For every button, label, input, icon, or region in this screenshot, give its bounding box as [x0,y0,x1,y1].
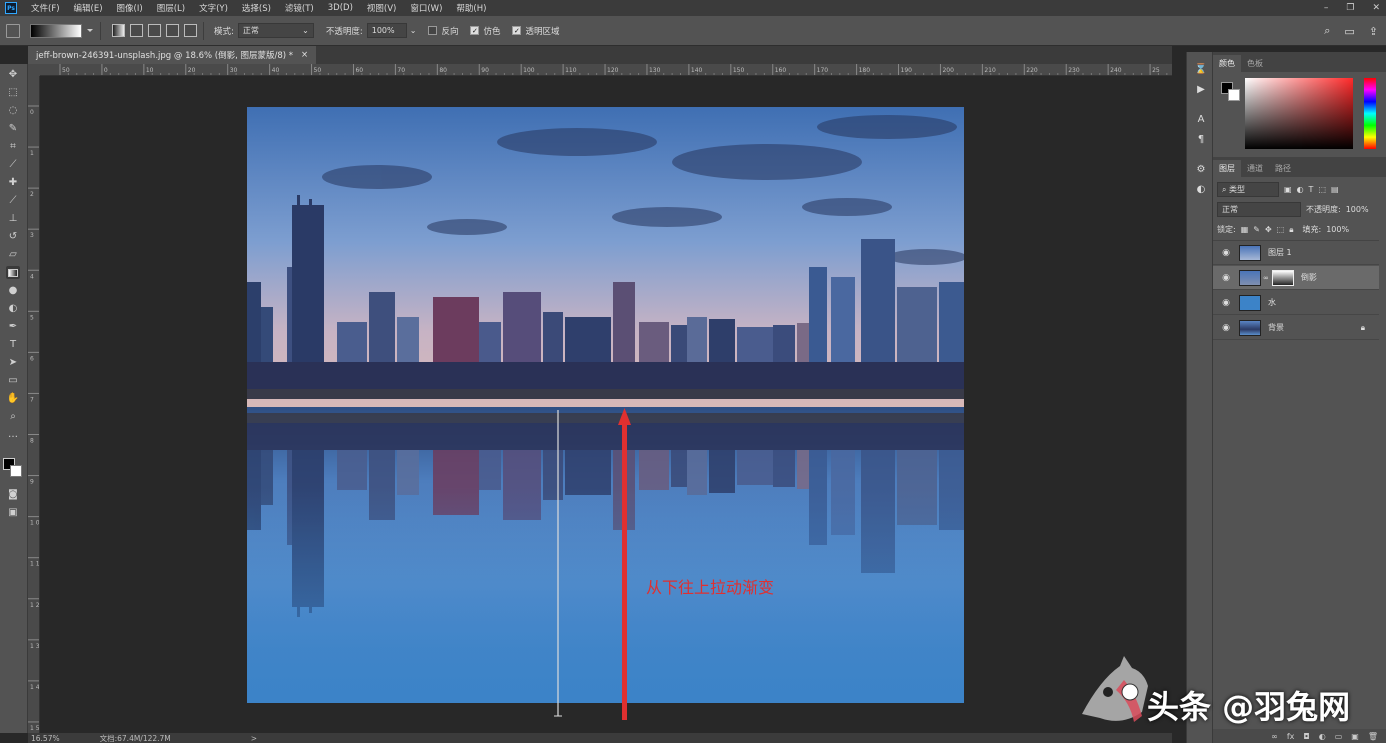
layers-panel-tabs: 图层 通道 路径 [1213,157,1386,177]
layer-row[interactable]: ◉ 图层 1 [1213,241,1379,265]
drag-direction-arrow [618,408,631,720]
layer-opacity-value[interactable]: 100% [1346,205,1369,214]
background-color[interactable] [1228,89,1240,101]
layer-filter-row: ⌕ 类型 ▣ ◐ T ⬚ ▤ [1217,182,1379,197]
actions-icon[interactable]: ▶ [1194,82,1208,96]
layer-opacity-label: 不透明度: [1306,205,1341,214]
tab-color[interactable]: 颜色 [1213,55,1241,72]
fill-value[interactable]: 100% [1326,225,1349,234]
paragraph-icon[interactable]: ¶ [1194,132,1208,146]
lock-row: 锁定: ▦ ✎ ✥ ⬚ 🔒︎ 填充: 100% [1217,222,1379,237]
lock-icon: 🔒︎ [1360,322,1365,332]
layer-thumbnail [1239,269,1261,286]
fill-label: 填充: [1302,225,1322,234]
lock-label: 锁定: [1217,225,1236,234]
status-menu-arrow[interactable]: > [251,734,257,743]
layers-list: ◉ 图层 1 ◉ ∞ 倒影 ◉ 水 ◉ 背景 🔒︎ [1213,240,1379,340]
layer-filter-select[interactable]: ⌕ 类型 [1217,182,1279,197]
blend-mode-select[interactable]: 正常 [1217,202,1301,217]
zoom-level[interactable]: 16.57% [31,734,60,743]
layer-mask-thumbnail[interactable] [1271,269,1294,286]
tab-paths[interactable]: 路径 [1269,160,1297,177]
filter-kind-value: 类型 [1229,185,1246,194]
panel-icon-strip: ⌛ ▶ A ¶ ⚙ ◐ [1186,52,1213,743]
color-panel-tabs: 颜色 色板 [1213,52,1386,72]
add-mask-icon[interactable]: ◘ [1303,732,1309,741]
layer-thumbnail [1239,244,1261,261]
layer-name: 背景 [1268,323,1284,332]
eye-icon[interactable]: ◉ [1219,248,1233,258]
tab-swatches[interactable]: 色板 [1241,55,1269,72]
search-icon: ⌕ [1222,184,1227,194]
layer-row[interactable]: ◉ 背景 🔒︎ [1213,316,1379,340]
filter-adjust-icon[interactable]: ◐ [1297,185,1304,194]
annotation-text: 从下往上拉动渐变 [646,578,775,597]
new-layer-icon[interactable]: ▣ [1351,732,1359,741]
blend-mode-value: 正常 [1222,205,1238,214]
eye-icon[interactable]: ◉ [1219,323,1233,333]
right-panels: 颜色 色板 图层 通道 路径 ⌕ 类型 ▣ ◐ T ⬚ ▤ 正常 不透明度: 1… [1213,52,1386,743]
link-layers-icon[interactable]: ∞ [1271,732,1278,741]
layer-row[interactable]: ◉ ∞ 倒影 [1213,266,1379,290]
layer-style-icon[interactable]: fx [1287,732,1295,741]
status-bar: 16.57% 文档:67.4M/122.7M > [28,733,1172,743]
new-group-icon[interactable]: ▭ [1335,732,1343,741]
lock-all-icon[interactable]: 🔒︎ [1289,225,1293,235]
watermark: 头条 @羽兔网 [1072,652,1372,732]
blend-row: 正常 不透明度: 100% [1217,202,1379,217]
eye-icon[interactable]: ◉ [1219,298,1233,308]
link-icon[interactable]: ∞ [1263,274,1269,282]
filter-type-icon[interactable]: T [1309,185,1314,194]
layer-name: 倒影 [1300,273,1317,282]
document-size: 文档:67.4M/122.7M [99,733,171,743]
delete-layer-icon[interactable]: 🗑︎ [1368,732,1378,741]
hue-slider[interactable] [1364,78,1376,149]
character-icon[interactable]: A [1194,112,1208,126]
lock-artboard-icon[interactable]: ⬚ [1277,225,1285,234]
overlay-layer [554,408,631,720]
lock-pixels-icon[interactable]: ▦ [1241,225,1249,234]
mascot-icon [1082,656,1148,722]
color-picker-field[interactable] [1245,78,1353,149]
filter-smart-icon[interactable]: ▤ [1331,185,1339,194]
layer-thumbnail [1239,319,1261,336]
tab-layers[interactable]: 图层 [1213,160,1241,177]
properties-icon[interactable]: ⚙ [1194,162,1208,176]
history-icon[interactable]: ⌛ [1194,62,1208,76]
filter-pixel-icon[interactable]: ▣ [1284,185,1292,194]
eye-icon[interactable]: ◉ [1219,273,1233,283]
layer-thumbnail [1239,294,1261,311]
adjustment-layer-icon[interactable]: ◐ [1319,732,1326,741]
lock-image-icon[interactable]: ✎ [1253,225,1260,234]
layer-name: 水 [1268,298,1276,307]
layer-name: 图层 1 [1268,248,1292,257]
layer-row[interactable]: ◉ 水 [1213,291,1379,315]
filter-shape-icon[interactable]: ⬚ [1318,185,1326,194]
tab-channels[interactable]: 通道 [1241,160,1269,177]
adjustments-icon[interactable]: ◐ [1194,182,1208,196]
lock-position-icon[interactable]: ✥ [1265,225,1272,234]
watermark-text: 头条 @羽兔网 [1147,688,1351,726]
